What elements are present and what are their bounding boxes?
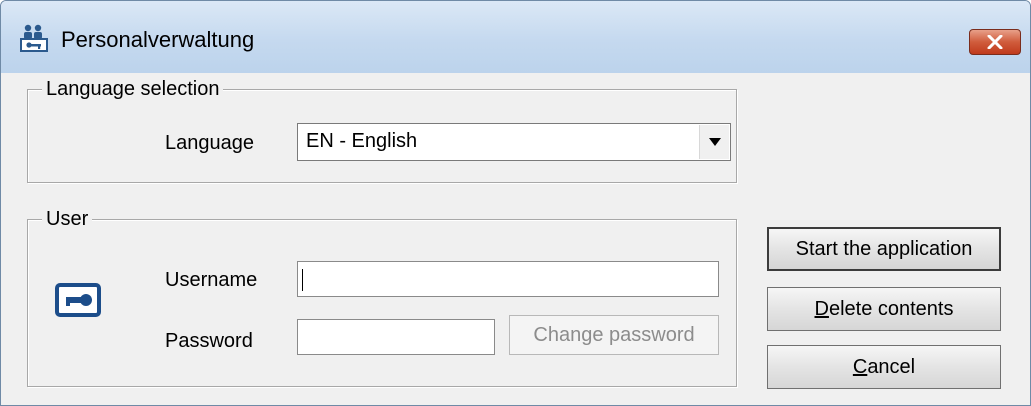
window-title: Personalverwaltung (61, 27, 255, 52)
key-card-icon (55, 283, 101, 317)
delete-mnemonic: D (814, 297, 829, 320)
dialog-window: Personalverwaltung Language selection La… (0, 0, 1031, 406)
dropdown-arrow-button[interactable] (699, 125, 729, 159)
start-application-button[interactable]: Start the application (767, 227, 1001, 271)
password-input[interactable] (297, 319, 495, 355)
people-key-icon (20, 24, 48, 52)
delete-label-rest: elete contents (828, 297, 954, 320)
user-group: User (27, 207, 737, 387)
language-selected-value: EN - English (306, 130, 418, 152)
password-label: Password (165, 330, 253, 352)
delete-contents-button[interactable]: Delete contents (767, 287, 1001, 331)
title-bar[interactable]: Personalverwaltung (1, 1, 1030, 73)
language-select[interactable]: EN - English (297, 123, 731, 161)
language-selection-legend: Language selection (42, 77, 224, 101)
close-x-icon (987, 35, 1003, 49)
cancel-mnemonic: C (852, 355, 868, 378)
username-input[interactable] (297, 261, 719, 297)
user-legend: User (42, 207, 93, 231)
cancel-button[interactable]: Cancel (767, 345, 1001, 389)
change-password-button[interactable]: Change password (509, 315, 719, 355)
text-caret (302, 269, 303, 291)
dialog-client-area: Language selection Language EN - English… (11, 73, 1020, 399)
username-label: Username (165, 269, 258, 291)
cancel-label-rest: ancel (867, 355, 916, 378)
language-label: Language (165, 132, 254, 154)
close-button[interactable] (969, 29, 1021, 55)
chevron-down-icon (708, 138, 721, 146)
